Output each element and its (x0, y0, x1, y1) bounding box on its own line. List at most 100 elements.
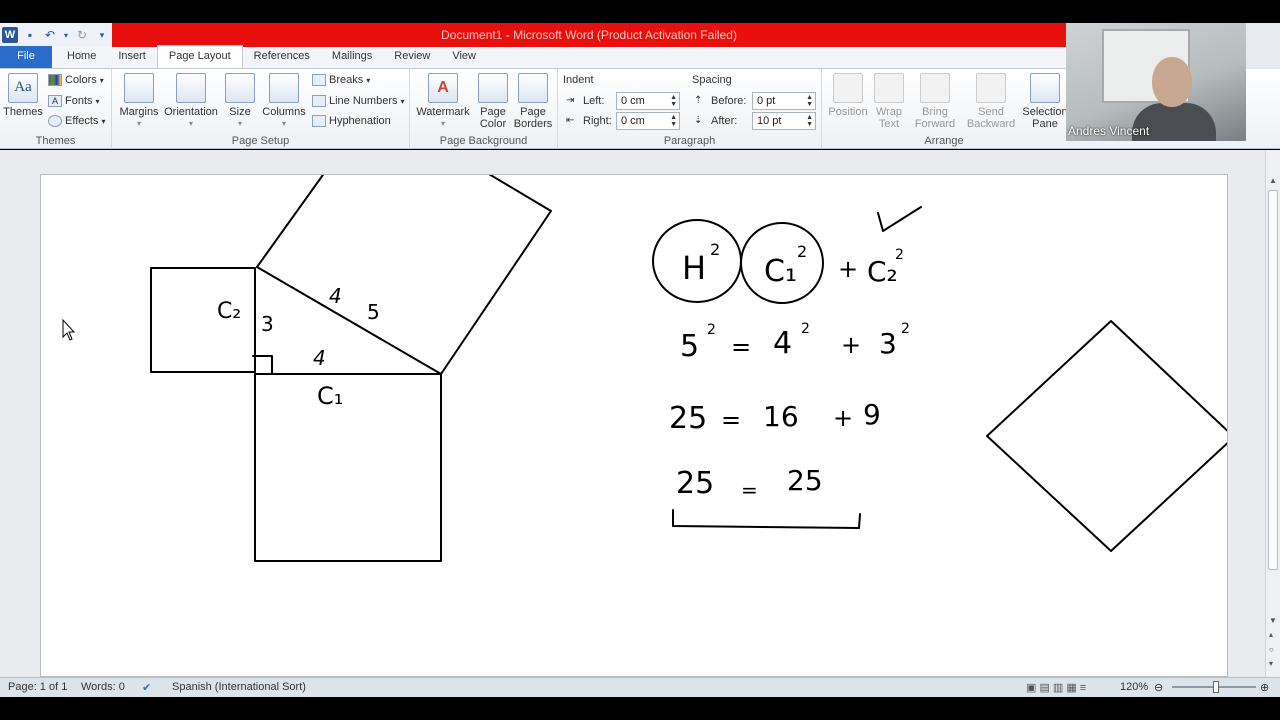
scroll-up-icon[interactable]: ▲ (1269, 176, 1277, 185)
fonts-button[interactable]: A Fonts ▾ (48, 95, 100, 107)
send-backward-icon (976, 73, 1006, 103)
diamond-shape (986, 320, 1227, 552)
size-button[interactable]: Size ▾ (224, 73, 256, 130)
ribbon-tabs: File Home Insert Page Layout References … (0, 45, 1066, 69)
eq2-equals: = (731, 333, 751, 361)
dropdown-icon[interactable]: ▾ (62, 27, 70, 43)
eq1-sup-c1: 2 (797, 242, 807, 261)
ribbon-edge (1246, 23, 1280, 69)
bring-forward-button[interactable]: Bring Forward (910, 73, 960, 130)
indent-left-field[interactable]: 0 cm ▲ ▼ (616, 92, 680, 110)
arrange-group-label: Arrange (924, 135, 964, 147)
indent-left-text: Left: (583, 95, 605, 107)
spacing-before-label: ⇡ Before: (694, 95, 746, 107)
bring-forward-icon (920, 73, 950, 103)
themes-label: Themes (3, 106, 43, 118)
document-page[interactable]: C₂ 3 4 5 4 C₁ H 2 C₁ 2 + C₂ 2 5 2 = 4 2 … (40, 174, 1228, 677)
page-color-button[interactable]: Page Color (472, 73, 514, 130)
page-color-label: Page Color (479, 106, 507, 130)
page-borders-label: Page Borders (513, 106, 553, 130)
chevron-down-icon: ▾ (281, 119, 286, 128)
spacing-before-field[interactable]: 0 pt ▲ ▼ (752, 92, 816, 110)
spinner-icon[interactable]: ▲ ▼ (670, 94, 677, 108)
tab-page-layout[interactable]: Page Layout (156, 45, 243, 68)
proofing-icon[interactable]: ✔ (142, 681, 151, 694)
eq3-25: 25 (669, 401, 707, 436)
effects-button[interactable]: Effects ▾ (48, 115, 105, 127)
line-numbers-icon (312, 95, 326, 107)
zoom-out-icon[interactable]: ⊖ (1154, 681, 1163, 694)
page-count[interactable]: Page: 1 of 1 (8, 681, 67, 693)
indent-right-value: 0 cm (621, 115, 645, 127)
send-backward-label: Send Backward (966, 106, 1016, 130)
previous-page-icon[interactable]: ▴ (1269, 630, 1273, 639)
wrap-text-label: Wrap Text (875, 106, 903, 130)
hyphenation-button[interactable]: Hyphenation (312, 115, 391, 127)
wrap-text-button[interactable]: Wrap Text (872, 73, 906, 130)
next-page-icon[interactable]: ▾ (1269, 659, 1273, 668)
eq2-four: 4 (773, 326, 792, 361)
tab-home[interactable]: Home (56, 46, 107, 68)
save-icon[interactable]: ▪ (22, 27, 38, 43)
eq2-sup-four: 2 (801, 321, 810, 337)
word-count[interactable]: Words: 0 (81, 681, 125, 693)
spinner-icon[interactable]: ▲ ▼ (806, 94, 813, 108)
undo-icon[interactable]: ↶ (42, 27, 58, 43)
spacing-after-text: After: (711, 115, 738, 127)
position-button[interactable]: Position (826, 73, 870, 118)
tab-file[interactable]: File (0, 46, 52, 68)
indent-right-field[interactable]: 0 cm ▲ ▼ (616, 112, 680, 130)
spinner-icon[interactable]: ▲ ▼ (670, 114, 677, 128)
colors-button[interactable]: Colors ▾ (48, 74, 104, 86)
eq1-plus: + (838, 255, 858, 283)
spinner-icon[interactable]: ▲ ▼ (806, 114, 813, 128)
eq2-sup-three: 2 (901, 321, 910, 337)
eq1-sup-c2: 2 (895, 247, 904, 263)
fonts-label: Fonts (65, 95, 93, 107)
word-app-icon[interactable]: W (2, 27, 18, 43)
effects-label: Effects (65, 115, 99, 127)
page-borders-button[interactable]: Page Borders (512, 73, 554, 130)
scroll-down-icon[interactable]: ▼ (1269, 616, 1277, 625)
arrange-group: Position Wrap Text Bring Forward Send Ba… (822, 69, 1068, 149)
orientation-button[interactable]: Orientation ▾ (162, 73, 220, 130)
label-five: 5 (367, 300, 380, 324)
tab-review[interactable]: Review (383, 46, 441, 68)
fonts-icon: A (48, 95, 62, 107)
eq1-sup-h: 2 (710, 240, 720, 259)
vertical-scrollbar[interactable]: ▲ ▼ ▴ ○ ▾ (1265, 150, 1280, 677)
spacing-after-field[interactable]: 10 pt ▲ ▼ (752, 112, 816, 130)
tab-view[interactable]: View (441, 46, 487, 68)
themes-icon: Aa (8, 73, 38, 103)
mouse-pointer-icon (62, 318, 76, 341)
label-c2: C₂ (217, 299, 241, 324)
indent-left-icon: ⇥ (566, 95, 575, 106)
watermark-button[interactable]: A Watermark ▾ (414, 73, 472, 130)
language-indicator[interactable]: Spanish (International Sort) (172, 681, 306, 693)
zoom-in-icon[interactable]: ⊕ (1260, 681, 1269, 694)
indent-right-text: Right: (583, 115, 612, 127)
spacing-before-text: Before: (711, 95, 747, 107)
view-buttons-icon[interactable]: ▣ ▤ ▥ ▦ ≡ (1026, 681, 1086, 694)
zoom-slider-handle[interactable] (1213, 681, 1219, 693)
chevron-down-icon: ▾ (440, 119, 445, 128)
tab-insert[interactable]: Insert (107, 46, 157, 68)
send-backward-button[interactable]: Send Backward (962, 73, 1020, 130)
customize-qat-icon[interactable]: ▾ (94, 27, 110, 43)
wrap-text-icon (874, 73, 904, 103)
columns-button[interactable]: Columns ▾ (260, 73, 308, 130)
selection-pane-button[interactable]: Selection Pane (1020, 73, 1070, 130)
themes-button[interactable]: Aa Themes (3, 73, 43, 118)
scroll-thumb[interactable] (1268, 190, 1278, 570)
line-numbers-label: Line Numbers (329, 95, 398, 107)
indent-right-label: ⇤ Right: (566, 115, 612, 127)
breaks-button[interactable]: Breaks ▾ (312, 74, 370, 86)
line-numbers-button[interactable]: Line Numbers ▾ (312, 95, 405, 107)
zoom-level[interactable]: 120% (1120, 681, 1148, 693)
tab-references[interactable]: References (243, 46, 321, 68)
margins-button[interactable]: Margins ▾ (118, 73, 160, 130)
browse-object-icon[interactable]: ○ (1269, 645, 1274, 654)
redo-icon[interactable]: ↻ (74, 27, 90, 43)
ink-drawing[interactable]: C₂ 3 4 5 4 C₁ H 2 C₁ 2 + C₂ 2 5 2 = 4 2 … (41, 175, 1228, 677)
tab-mailings[interactable]: Mailings (321, 46, 383, 68)
